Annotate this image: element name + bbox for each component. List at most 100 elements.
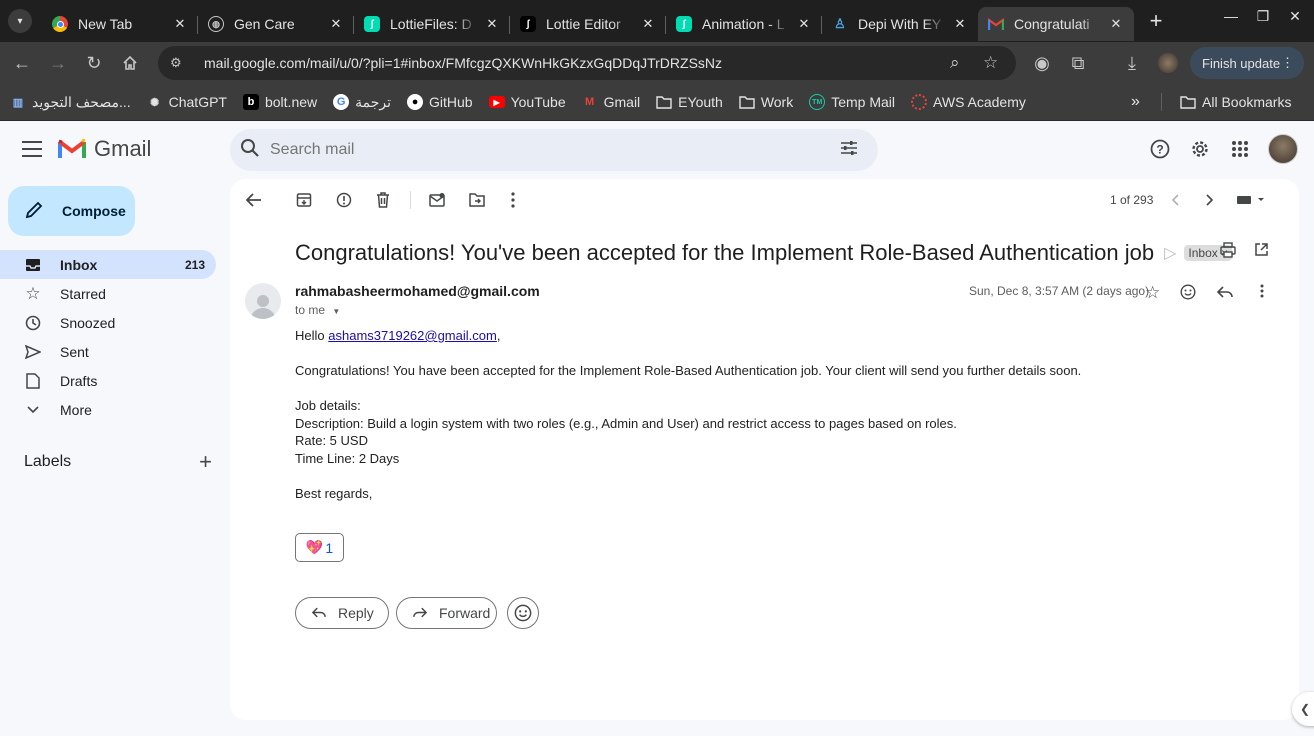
nav-item-sent[interactable]: Sent — [0, 337, 216, 366]
mark-unread-icon[interactable] — [426, 189, 448, 211]
site-info-icon[interactable]: ⚙ — [170, 55, 192, 71]
star-icon[interactable]: ☆ — [1145, 283, 1160, 303]
older-icon[interactable] — [1199, 189, 1221, 211]
browser-tab[interactable]: ♙ Depi With EY ✕ — [822, 7, 978, 41]
sender-avatar[interactable] — [245, 283, 281, 319]
bookmark-item[interactable]: ▶ YouTube — [488, 94, 566, 110]
message-more-icon[interactable] — [1260, 284, 1264, 303]
profile-avatar[interactable] — [1158, 53, 1178, 73]
nav-item-more[interactable]: More — [0, 395, 216, 424]
input-tools-icon[interactable] — [1236, 189, 1266, 211]
help-icon[interactable]: ? — [1148, 137, 1172, 161]
close-icon[interactable]: ✕ — [640, 16, 656, 32]
move-to-icon[interactable] — [466, 189, 488, 211]
restore-icon[interactable]: ❐ — [1248, 8, 1278, 25]
importance-marker-icon[interactable]: ▷ — [1164, 243, 1176, 263]
home-icon[interactable] — [112, 45, 148, 81]
extensions-icon[interactable]: ⧉ — [1060, 45, 1096, 81]
reload-icon[interactable]: ↻ — [76, 45, 112, 81]
bookmark-item[interactable]: ● GitHub — [407, 94, 473, 110]
more-options-icon[interactable] — [502, 189, 524, 211]
close-icon[interactable]: ✕ — [328, 16, 344, 32]
bookmark-item[interactable]: EYouth — [656, 94, 723, 110]
lottie-icon: ʃ — [364, 16, 380, 32]
close-icon[interactable]: ✕ — [796, 16, 812, 32]
back-to-inbox-icon[interactable] — [243, 189, 265, 211]
caret-down-icon[interactable]: ▼ — [332, 307, 340, 316]
forward-button[interactable]: Forward — [396, 597, 497, 629]
compose-button[interactable]: Compose — [8, 186, 135, 236]
gmail-logo[interactable]: Gmail — [58, 136, 151, 162]
open-new-window-icon[interactable] — [1254, 242, 1269, 262]
bookmark-item[interactable]: ▥ مصحف التجويد... — [10, 94, 131, 111]
search-input[interactable] — [270, 141, 840, 159]
window-close-icon[interactable]: ✕ — [1280, 8, 1310, 25]
browser-tab[interactable]: ʃ Lottie Editor ✕ — [510, 7, 666, 41]
bookmark-item[interactable]: ✺ ChatGPT — [147, 94, 227, 110]
browser-tab[interactable]: ʃ Animation - L ✕ — [666, 7, 822, 41]
tempmail-icon: TM — [809, 94, 826, 110]
bookmark-item[interactable]: M Gmail — [582, 94, 640, 110]
lottie-editor-icon: ʃ — [520, 16, 536, 32]
settings-gear-icon[interactable] — [1188, 137, 1212, 161]
bookmark-item[interactable]: b bolt.new — [242, 94, 317, 110]
new-tab-button[interactable]: + — [1142, 7, 1170, 35]
browser-tab[interactable]: ◍ Gen Care ✕ — [198, 7, 354, 41]
apps-grid-icon[interactable] — [1228, 137, 1252, 161]
bookmark-item[interactable]: Work — [739, 94, 793, 110]
archive-icon[interactable] — [293, 189, 315, 211]
minimize-icon[interactable]: — — [1216, 8, 1246, 24]
print-icon[interactable] — [1220, 242, 1236, 263]
search-icon[interactable] — [240, 138, 264, 163]
browser-tab[interactable]: ʃ LottieFiles: D ✕ — [354, 7, 510, 41]
bookmarks-overflow-icon[interactable]: » — [1131, 93, 1140, 111]
nav-item-inbox[interactable]: Inbox 213 — [0, 250, 216, 279]
more-vert-icon[interactable]: ⋮ — [1281, 55, 1294, 71]
nav-item-snoozed[interactable]: Snoozed — [0, 308, 216, 337]
back-icon[interactable]: ← — [4, 45, 40, 81]
delete-icon[interactable] — [372, 189, 394, 211]
newer-icon[interactable] — [1164, 189, 1186, 211]
bookmark-item[interactable]: TM Temp Mail — [809, 94, 895, 110]
recipient-details[interactable]: to me ▼ — [295, 303, 340, 317]
recipient-email-link[interactable]: ashams3719262@gmail.com — [328, 328, 497, 343]
bookmarks-bar: ▥ مصحف التجويد... ✺ ChatGPT b bolt.new G ترج… — [0, 84, 1314, 121]
labels-heading: Labels — [24, 453, 72, 470]
add-reaction-icon[interactable] — [1180, 284, 1196, 305]
emoji-react-button[interactable] — [507, 597, 539, 629]
main-menu-icon[interactable] — [20, 137, 44, 161]
browser-tab-active[interactable]: Congratulati ✕ — [978, 7, 1134, 41]
subject-text: Congratulations! You've been accepted fo… — [295, 240, 1155, 265]
tab-title: Lottie Editor — [546, 16, 621, 32]
search-icon[interactable]: ⌕ — [950, 46, 960, 80]
search-options-icon[interactable] — [840, 140, 864, 161]
report-spam-icon[interactable] — [333, 189, 355, 211]
close-icon[interactable]: ✕ — [172, 16, 188, 32]
tab-search-button[interactable]: ▾ — [8, 9, 32, 33]
reply-icon[interactable] — [1216, 285, 1233, 303]
search-bar[interactable] — [230, 129, 878, 171]
address-bar[interactable]: ⚙ mail.google.com/mail/u/0/?pli=1#inbox/… — [158, 46, 1016, 80]
download-icon[interactable]: ⤓ — [1114, 45, 1150, 81]
bookmark-star-icon[interactable]: ☆ — [983, 46, 998, 80]
nav-item-starred[interactable]: ☆ Starred — [0, 279, 216, 308]
close-icon[interactable]: ✕ — [484, 16, 500, 32]
bookmark-item[interactable]: AWS Academy — [911, 94, 1026, 110]
forward-icon[interactable]: → — [40, 45, 76, 81]
all-bookmarks-button[interactable]: All Bookmarks — [1180, 94, 1291, 110]
reply-button[interactable]: Reply — [295, 597, 389, 629]
add-label-icon[interactable]: + — [199, 449, 212, 475]
incognito-icon[interactable]: ◉ — [1024, 45, 1060, 81]
sender-email[interactable]: rahmabasheermohamed@gmail.com — [295, 283, 540, 299]
side-panel-toggle-icon[interactable]: ❮ — [1292, 692, 1314, 726]
bookmark-item[interactable]: G ترجمة — [333, 94, 391, 111]
pencil-icon — [24, 200, 46, 223]
emoji-reaction-chip[interactable]: 💖 1 — [295, 533, 344, 562]
close-icon[interactable]: ✕ — [1108, 16, 1124, 32]
finish-update-button[interactable]: Finish update ⋮ — [1190, 47, 1304, 79]
browser-tab[interactable]: New Tab ✕ — [42, 7, 198, 41]
close-icon[interactable]: ✕ — [952, 16, 968, 32]
nav-item-drafts[interactable]: Drafts — [0, 366, 216, 395]
smiley-icon — [514, 604, 532, 622]
account-avatar[interactable] — [1268, 134, 1298, 164]
